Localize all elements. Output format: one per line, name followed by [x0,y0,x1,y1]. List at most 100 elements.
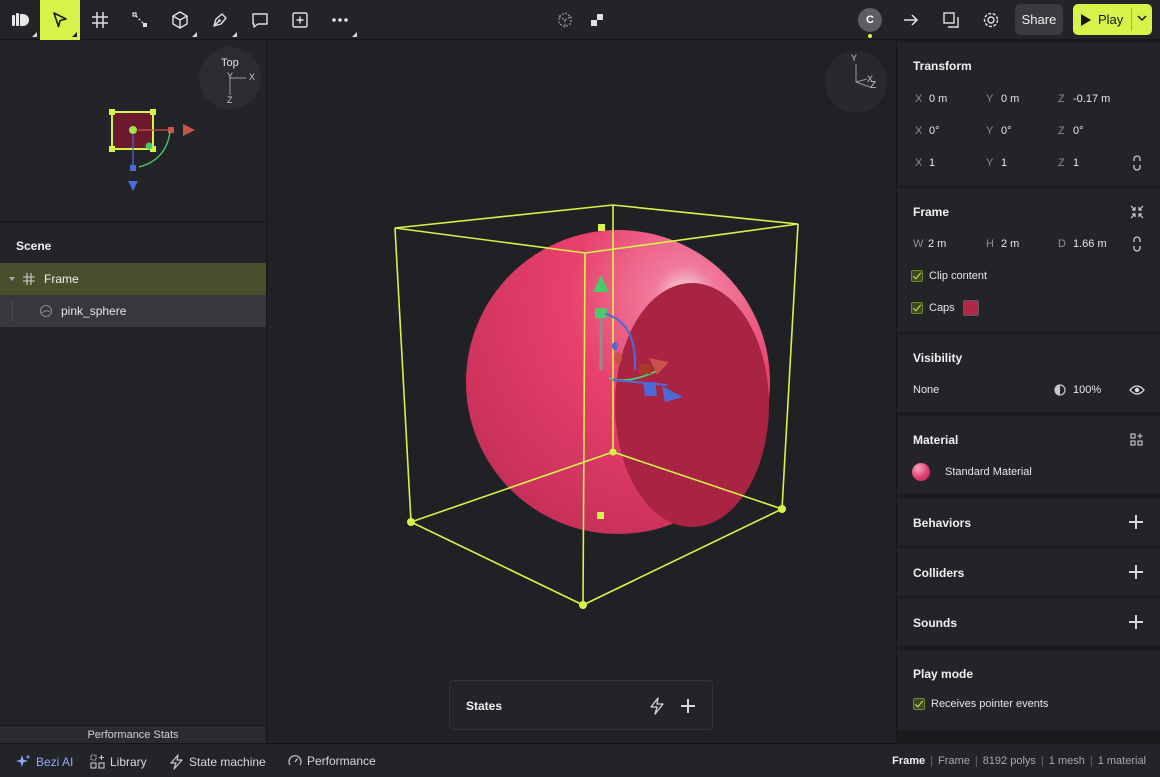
material-swatch[interactable] [912,463,930,481]
minimap-axis-y: Y [227,71,234,81]
user-avatar[interactable]: C [858,8,882,32]
caps-color-swatch[interactable] [963,300,979,316]
frame-height-field[interactable]: 2 m [1001,238,1019,250]
gizmo-axis-y: Y [851,53,858,63]
lock-scale-icon[interactable] [1131,155,1143,171]
state-machine-button[interactable]: State machine [169,754,266,770]
properties-panel: Transform X 0 m Y 0 m Z -0.17 m X 0° Y 0… [897,40,1160,743]
rot-y-label: Y [986,125,994,137]
top-toolbar: C Share Play [0,0,1160,40]
clip-content-checkbox[interactable] [911,270,923,282]
bezi-logo-icon[interactable] [0,0,40,40]
material-name[interactable]: Standard Material [945,466,1032,478]
status-selection: Frame [892,755,926,767]
caps-label: Caps [929,302,955,314]
visibility-section: Visibility None 100% [897,334,1160,412]
rot-y-field[interactable]: 0° [1001,125,1012,137]
3d-viewport[interactable]: Y X Z [266,40,897,743]
scene-item-pink-sphere[interactable]: pink_sphere [0,295,266,327]
status-polys: 8192 polys [982,755,1036,767]
pos-x-label: X [915,93,923,105]
pos-x-field[interactable]: 0 m [929,93,947,105]
status-type: Frame [938,755,970,767]
lock-dimensions-icon[interactable] [1131,236,1143,252]
viewport-scene[interactable] [267,40,898,743]
select-cursor-icon[interactable] [40,0,80,40]
arrow-right-icon[interactable] [891,0,931,40]
library-button[interactable]: Library [90,754,147,769]
frame-width-field[interactable]: 2 m [928,238,946,250]
selection-status: Frame | Frame | 8192 polys | 1 mesh | 1 mate… [892,755,1146,767]
play-button[interactable]: Play [1073,4,1152,35]
add-material-icon[interactable] [1129,432,1145,448]
performance-stats-toggle[interactable]: Performance Stats [0,725,266,744]
minimap-axis-z: Z [227,95,233,105]
add-sound-button[interactable] [1129,615,1143,629]
play-mode-section: Play mode Receives pointer events [897,650,1160,730]
caps-checkbox[interactable] [911,302,923,314]
states-label: States [466,699,503,713]
scene-item-label: Frame [44,272,79,286]
frame-h-label: H [986,238,994,250]
performance-label: Performance [307,754,376,768]
pos-y-field[interactable]: 0 m [1001,93,1019,105]
behaviors-title: Behaviors [913,516,972,530]
pen-icon[interactable] [200,0,240,40]
transform-title: Transform [913,59,972,73]
clip-content-label: Clip content [929,270,988,282]
eye-icon[interactable] [1129,384,1145,396]
scale-y-field[interactable]: 1 [1001,157,1007,169]
minimap[interactable]: Top Y X Z [0,40,266,220]
clipped-cap [615,283,769,527]
pos-z-field[interactable]: -0.17 m [1073,93,1110,105]
add-state-button[interactable] [681,699,695,713]
sphere-mesh-icon [40,305,52,317]
states-panel[interactable]: States [449,680,713,730]
bottom-bar: Bezi AI Library State machine Performanc… [0,743,1160,777]
checker-texture-icon[interactable] [577,0,617,40]
bezi-ai-button[interactable]: Bezi AI [16,754,73,769]
transform-resize-icon[interactable] [120,0,160,40]
performance-button[interactable]: Performance [288,754,376,768]
scene-item-label: pink_sphere [61,304,127,318]
presence-dot [868,34,872,38]
scene-title: Scene [16,239,52,253]
pos-y-label: Y [986,93,994,105]
frame-depth-field[interactable]: 1.66 m [1073,238,1107,250]
pointer-events-checkbox[interactable] [913,698,925,710]
scale-z-field[interactable]: 1 [1073,157,1079,169]
opacity-icon [1054,384,1066,396]
rot-z-field[interactable]: 0° [1073,125,1084,137]
scene-item-frame[interactable]: Frame [0,263,266,295]
share-button[interactable]: Share [1015,4,1063,35]
gear-icon[interactable] [971,0,1011,40]
duplicate-window-icon[interactable] [931,0,971,40]
visibility-mode-select[interactable]: None [913,384,939,396]
frame-title: Frame [913,205,950,219]
cube-icon[interactable] [160,0,200,40]
more-icon[interactable] [320,0,360,40]
opacity-field[interactable]: 100% [1073,384,1101,396]
scale-x-field[interactable]: 1 [929,157,935,169]
visibility-title: Visibility [913,351,963,365]
lightning-icon[interactable] [649,697,665,715]
sparkle-icon [16,754,31,767]
frame-grid-icon[interactable] [80,0,120,40]
chevron-down-icon[interactable] [1136,12,1148,24]
library-icon [90,754,105,769]
add-collider-button[interactable] [1129,565,1143,579]
frame-d-label: D [1058,238,1066,250]
comment-icon[interactable] [240,0,280,40]
transform-section: Transform X 0 m Y 0 m Z -0.17 m X 0° Y 0… [897,42,1160,186]
scale-x-label: X [915,157,923,169]
rot-x-field[interactable]: 0° [929,125,940,137]
pos-z-label: Z [1058,93,1065,105]
expand-caret-icon[interactable] [8,275,16,283]
play-mode-title: Play mode [913,667,974,681]
add-behavior-button[interactable] [1129,515,1143,529]
add-box-icon[interactable] [280,0,320,40]
status-meshes: 1 mesh [1048,755,1085,767]
pointer-events-label: Receives pointer events [931,698,1049,710]
rot-z-label: Z [1058,125,1065,137]
collapse-arrows-icon[interactable] [1129,204,1145,220]
